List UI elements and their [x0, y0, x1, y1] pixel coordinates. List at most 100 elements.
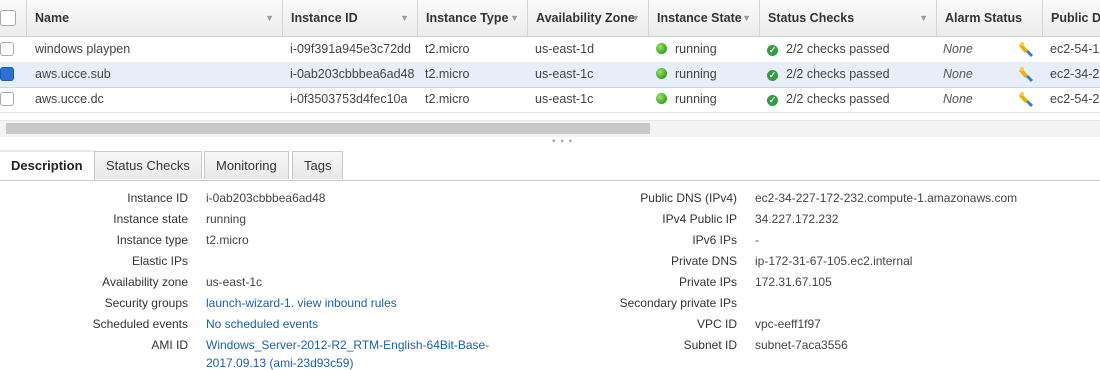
table-header: Name ▼ Instance ID ▼ Instance Type ▼ Availa…: [0, 0, 1100, 37]
detail-label: Security groups: [104, 296, 188, 310]
column-label: Status Checks: [768, 11, 855, 25]
state-label: running: [675, 67, 717, 81]
ami-id-link[interactable]: Windows_Server-2012-R2_RTM-English-64Bit…: [206, 338, 489, 352]
instance-type: t2.micro: [425, 67, 470, 81]
alarm-status: None: [943, 92, 973, 106]
detail-label: Private DNS: [670, 254, 737, 268]
green-status-dot-icon: [656, 68, 667, 79]
instance-name: aws.ucce.sub: [35, 67, 111, 81]
column-header-instance-type[interactable]: Instance Type ▼: [417, 0, 527, 36]
column-header-instance-id[interactable]: Instance ID ▼: [282, 0, 417, 36]
column-label: Alarm Status: [945, 11, 1023, 25]
availability-zone: us-east-1c: [535, 92, 594, 106]
subnet-id-value: subnet-7aca3556: [755, 338, 848, 352]
table-row[interactable]: aws.ucce.sub i-0ab203cbbbea6ad48 t2.micr…: [0, 62, 1100, 88]
availability-zone: us-east-1c: [535, 67, 594, 81]
detail-label: Instance type: [116, 233, 188, 247]
detail-label: Subnet ID: [683, 338, 737, 352]
state-label: running: [675, 42, 717, 56]
detail-label: IPv6 IPs: [692, 233, 737, 247]
resize-grip-icon[interactable]: ▪ ▪ ▪: [552, 137, 573, 147]
column-label: Instance State: [657, 11, 742, 25]
sort-icon: ▼: [742, 13, 751, 23]
instance-name: windows playpen: [35, 42, 131, 56]
checks-label: 2/2 checks passed: [786, 67, 890, 81]
checks-label: 2/2 checks passed: [786, 92, 890, 106]
scheduled-events-link[interactable]: No scheduled events: [206, 317, 318, 331]
private-ips-value: 172.31.67.105: [755, 275, 832, 289]
column-label: Instance ID: [291, 11, 358, 25]
green-status-dot-icon: [656, 93, 667, 104]
detail-label: Secondary private IPs: [619, 296, 737, 310]
public-dns-value: ec2-34-227-172-232.compute-1.amazonaws.c…: [755, 191, 1018, 205]
table-row[interactable]: windows playpen i-09f391a945e3c72dd t2.m…: [0, 37, 1100, 63]
tab-description[interactable]: Description: [0, 150, 95, 180]
alarm-status: None: [943, 42, 973, 56]
detail-label: Scheduled events: [92, 317, 188, 331]
tab-monitoring[interactable]: Monitoring: [204, 151, 289, 179]
instance-state: running: [656, 87, 717, 112]
status-checks[interactable]: ✓ 2/2 checks passed: [767, 37, 890, 62]
detail-label: Availability zone: [102, 275, 188, 289]
sort-icon: ▼: [265, 13, 274, 23]
public-dns: ec2-34-22: [1050, 67, 1100, 81]
column-label: Instance Type: [426, 11, 509, 25]
private-dns-value: ip-172-31-67-105.ec2.internal: [755, 254, 913, 268]
column-header-public-dns[interactable]: Public D: [1042, 0, 1100, 36]
green-check-icon: ✓: [767, 70, 778, 81]
green-status-dot-icon: [656, 43, 667, 54]
green-check-icon: ✓: [767, 45, 778, 56]
table-row[interactable]: aws.ucce.dc i-0f3503753d4fec10a t2.micro…: [0, 87, 1100, 113]
instance-type: t2.micro: [425, 92, 470, 106]
alarm-status: None: [943, 67, 973, 81]
detail-label: Instance state: [113, 212, 188, 226]
public-dns: ec2-54-17: [1050, 42, 1100, 56]
column-header-alarm-status[interactable]: Alarm Status: [936, 0, 1042, 36]
row-checkbox[interactable]: [0, 67, 14, 81]
status-checks[interactable]: ✓ 2/2 checks passed: [767, 87, 890, 112]
column-label: Name: [35, 11, 70, 25]
ipv6-ips-value: -: [755, 233, 759, 247]
instance-type-value: t2.micro: [206, 233, 249, 247]
detail-label: IPv4 Public IP: [662, 212, 737, 226]
availability-zone: us-east-1d: [535, 42, 595, 56]
scrollbar-thumb[interactable]: [6, 123, 650, 134]
instance-state: running: [656, 37, 717, 62]
sort-icon: ▼: [400, 13, 409, 23]
column-header-availability-zone[interactable]: Availability Zone ▼: [527, 0, 648, 36]
availability-zone-value: us-east-1c: [206, 275, 263, 289]
instance-id: i-0f3503753d4fec10a: [290, 92, 408, 106]
alarm-bell-icon[interactable]: [1018, 40, 1034, 58]
column-header-status-checks[interactable]: Status Checks ▼: [759, 0, 936, 36]
public-ip-value: 34.227.172.232: [755, 212, 839, 226]
alarm-bell-icon[interactable]: [1018, 65, 1034, 83]
detail-label: Private IPs: [678, 275, 737, 289]
column-label: Availability Zone: [536, 11, 635, 25]
alarm-bell-icon[interactable]: [1018, 90, 1034, 108]
instance-id-value: i-0ab203cbbbea6ad48: [206, 191, 326, 205]
detail-label: AMI ID: [151, 338, 188, 352]
status-checks[interactable]: ✓ 2/2 checks passed: [767, 62, 890, 87]
row-checkbox[interactable]: [0, 92, 14, 106]
select-all-checkbox[interactable]: [0, 10, 16, 26]
detail-label: Public DNS (IPv4): [640, 191, 737, 205]
sort-icon: ▼: [919, 13, 928, 23]
public-dns: ec2-54-21: [1050, 92, 1100, 106]
detail-label: Instance ID: [127, 191, 188, 205]
tab-status-checks[interactable]: Status Checks: [94, 151, 202, 179]
sort-icon: ▼: [631, 13, 640, 23]
sort-icon: ▼: [510, 13, 519, 23]
instance-name: aws.ucce.dc: [35, 92, 104, 106]
security-groups-link[interactable]: launch-wizard-1. view inbound rules: [206, 296, 397, 310]
green-check-icon: ✓: [767, 95, 778, 106]
tab-tags[interactable]: Tags: [292, 151, 344, 179]
ami-id-link-line2[interactable]: 2017.09.13 (ami-23d93c59): [206, 356, 353, 370]
row-checkbox[interactable]: [0, 42, 14, 56]
instance-state-value: running: [206, 212, 247, 226]
column-header-name[interactable]: Name ▼: [26, 0, 282, 36]
detail-label: Elastic IPs: [131, 254, 188, 268]
instance-type: t2.micro: [425, 42, 470, 56]
detail-label: VPC ID: [696, 317, 737, 331]
column-header-instance-state[interactable]: Instance State ▼: [648, 0, 759, 36]
instance-id: i-0ab203cbbbea6ad48: [290, 67, 415, 81]
